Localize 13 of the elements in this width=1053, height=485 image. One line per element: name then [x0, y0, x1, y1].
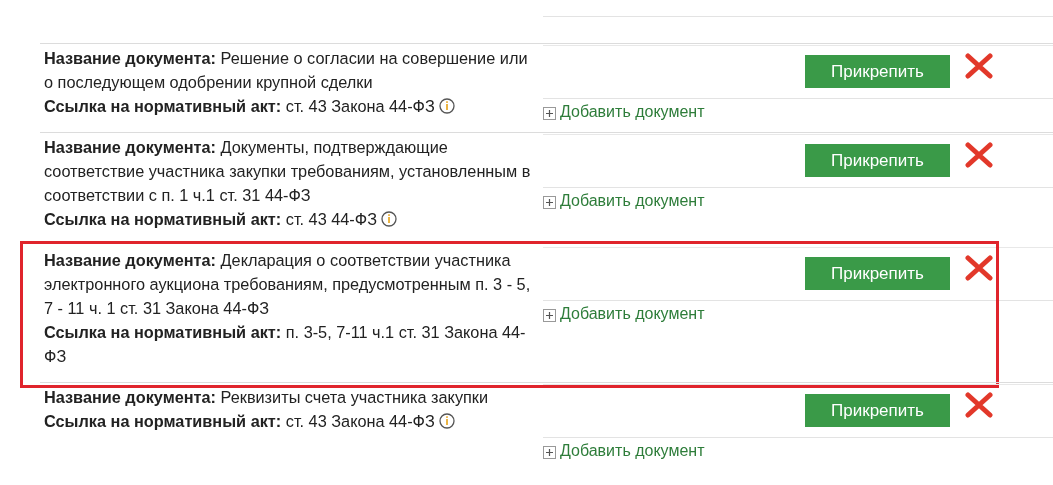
add-document-link[interactable]: Добавить документ: [560, 305, 705, 323]
attach-button[interactable]: Прикрепить: [805, 144, 950, 177]
regulation-reference: Ссылка на нормативный акт: ст. 43 44-ФЗ: [44, 209, 377, 230]
regulation-reference: Ссылка на нормативный акт: ст. 43 Закона 44-ФЗ: [44, 96, 435, 117]
add-document-link[interactable]: Добавить документ: [560, 103, 705, 121]
document-name: Название документа: Реквизиты счета участника закупки: [44, 387, 490, 408]
add-document-link[interactable]: Добавить документ: [560, 192, 705, 210]
regulation-reference: Ссылка на нормативный акт: п. 3-5, 7-11 ч.1 ст. 31 Закона 44-ФЗ: [44, 322, 527, 367]
regulation-reference: Ссылка на нормативный акт: ст. 43 Закона 44-ФЗ: [44, 411, 435, 432]
add-document-link[interactable]: Добавить документ: [560, 442, 705, 460]
attach-button[interactable]: Прикрепить: [805, 55, 950, 88]
attach-button[interactable]: Прикрепить: [805, 257, 950, 290]
attach-button[interactable]: Прикрепить: [805, 394, 950, 427]
